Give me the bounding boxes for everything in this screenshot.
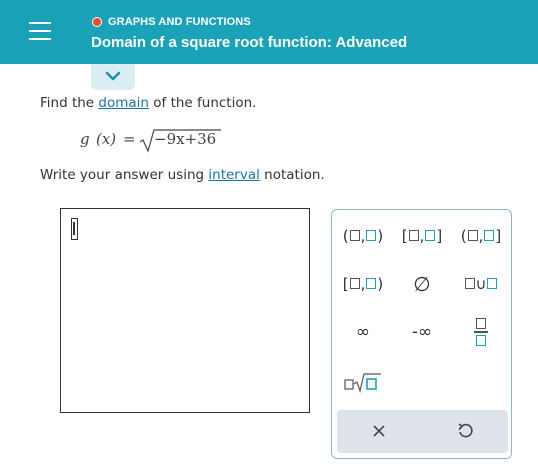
closed-open-interval-button[interactable]: [,) (336, 269, 390, 299)
chevron-down-icon (105, 71, 121, 81)
input-cursor-icon (71, 218, 78, 240)
topic-row: GRAPHS AND FUNCTIONS (92, 14, 251, 30)
nth-root-icon (344, 373, 381, 393)
instruction-suffix: notation. (259, 167, 325, 183)
header-bar: GRAPHS AND FUNCTIONS Domain of a square … (0, 0, 538, 64)
collapse-toggle-button[interactable] (91, 64, 135, 90)
prompt-text: Find the (40, 95, 99, 111)
page-title: Domain of a square root function: Advanc… (91, 34, 408, 51)
clear-icon (373, 425, 385, 437)
undo-icon (458, 423, 473, 438)
negative-infinity-button[interactable]: -∞ (395, 317, 449, 347)
topic-label: GRAPHS AND FUNCTIONS (108, 16, 251, 28)
prompt-text-suffix: of the function. (148, 95, 257, 111)
function-name: g (80, 130, 90, 148)
empty-set-button[interactable]: ∅ (395, 269, 449, 299)
palette-footer (337, 410, 508, 453)
instruction-prefix: Write your answer using (40, 167, 209, 183)
open-open-interval-icon: (,) (342, 227, 384, 245)
closed-open-interval-icon: [,) (342, 275, 384, 293)
negative-infinity-icon: -∞ (411, 322, 433, 342)
menu-icon[interactable] (29, 22, 51, 42)
union-button[interactable]: ∪ (454, 269, 508, 299)
open-closed-interval-button[interactable]: (,] (454, 221, 508, 251)
topic-status-dot (92, 17, 102, 27)
closed-closed-interval-button[interactable]: [,] (395, 221, 449, 251)
open-open-interval-button[interactable]: (,) (336, 221, 390, 251)
union-icon: ∪ (464, 275, 499, 293)
undo-button[interactable] (445, 416, 485, 446)
interval-link[interactable]: interval (208, 167, 259, 183)
radicand: −9x+36 (154, 130, 217, 148)
fraction-icon (474, 318, 488, 346)
answer-input[interactable] (60, 208, 310, 413)
math-palette: (,) [,] (,] [,) ∅ ∪ ∞ -∞ (331, 209, 512, 459)
infinity-icon: ∞ (355, 322, 371, 342)
closed-closed-interval-icon: [,] (401, 227, 443, 245)
open-closed-interval-icon: (,] (460, 227, 502, 245)
function-argument: (x) (96, 130, 117, 148)
question-prompt: Find the domain of the function. (40, 95, 256, 111)
instruction-text: Write your answer using interval notatio… (40, 167, 325, 183)
nth-root-button[interactable] (336, 367, 390, 397)
empty-set-icon: ∅ (413, 272, 431, 296)
domain-link[interactable]: domain (98, 95, 149, 111)
fraction-button[interactable] (454, 317, 508, 347)
clear-button[interactable] (359, 416, 399, 446)
infinity-button[interactable]: ∞ (336, 317, 390, 347)
equals-sign: = (123, 130, 136, 148)
